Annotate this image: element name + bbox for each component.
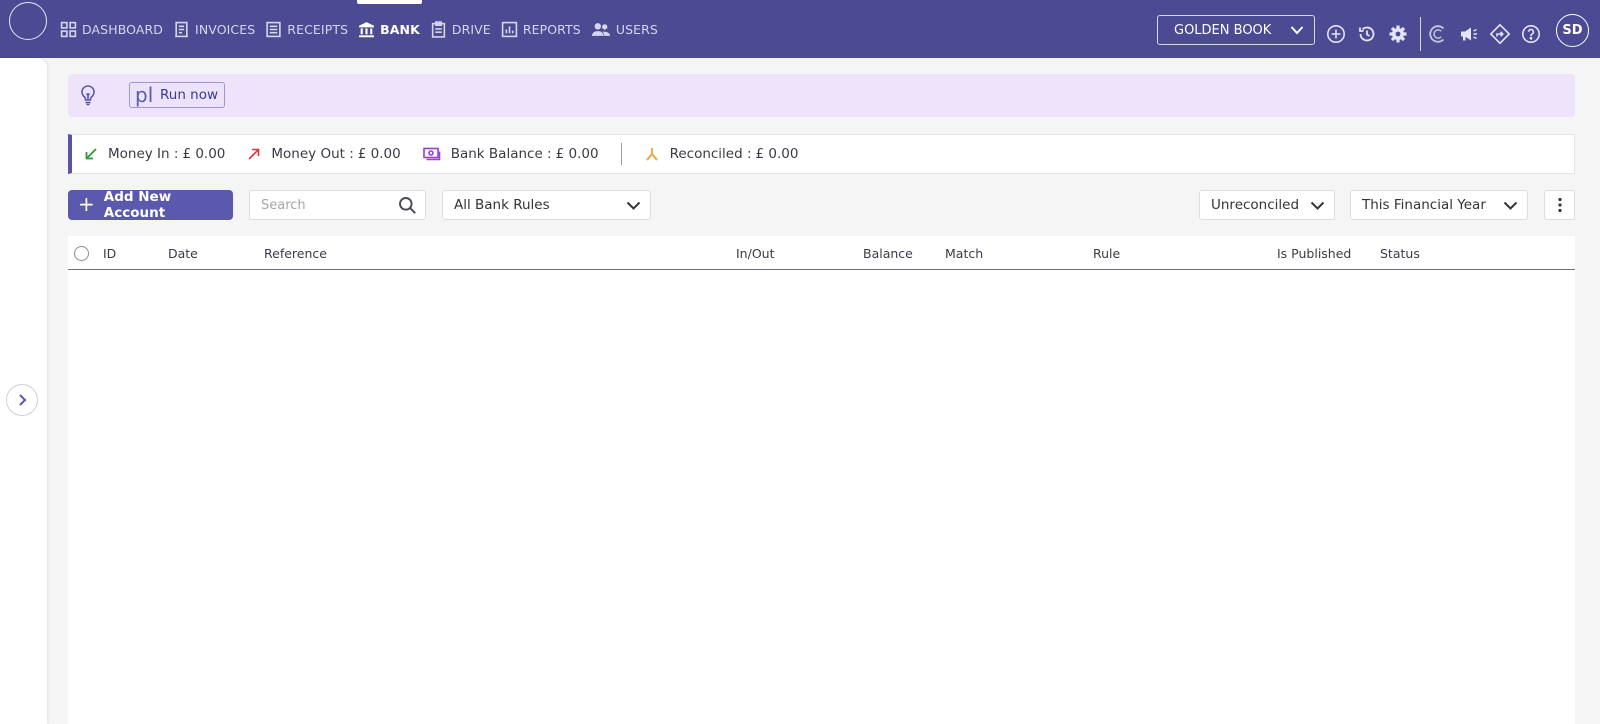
period-filter[interactable]: This Financial Year xyxy=(1350,190,1528,220)
invoice-icon xyxy=(175,21,188,37)
column-header-id[interactable]: ID xyxy=(103,246,116,261)
bank-icon xyxy=(359,21,375,37)
bank-balance-label: Bank Balance : xyxy=(450,146,552,162)
reconciliation-status-filter[interactable]: Unreconciled xyxy=(1199,190,1335,220)
company-selector[interactable]: GOLDEN BOOK xyxy=(1157,15,1315,45)
nav-item-users[interactable]: USERS xyxy=(591,0,658,58)
bank-summary: Money In : £ 0.00 Money Out : £ 0.00 Ban… xyxy=(68,134,1575,174)
add-circle-icon[interactable] xyxy=(1325,23,1347,45)
money-out-value: £ 0.00 xyxy=(357,146,401,162)
tip-banner: pl Run now xyxy=(68,74,1575,117)
clipboard-icon xyxy=(431,20,445,38)
help-icon[interactable] xyxy=(1520,23,1542,45)
nav-item-drive[interactable]: DRIVE xyxy=(430,0,491,58)
nav-label: BANK xyxy=(380,21,420,37)
grid-icon xyxy=(60,21,77,37)
column-header-status[interactable]: Status xyxy=(1380,246,1420,261)
divider xyxy=(1420,17,1421,51)
reconciled-summary: Reconciled : £ 0.00 xyxy=(644,146,799,162)
divider xyxy=(620,143,622,165)
code-fragment: pl xyxy=(135,83,154,107)
nav-label: REPORTS xyxy=(522,21,581,37)
search-input[interactable] xyxy=(250,191,380,219)
more-vertical-icon xyxy=(1557,197,1562,213)
plus-icon: + xyxy=(78,192,95,216)
main-nav: DASHBOARD INVOICES RECEIPTS BANK DRIVE R… xyxy=(60,0,668,58)
money-in-value: £ 0.00 xyxy=(182,146,226,162)
company-name: GOLDEN BOOK xyxy=(1174,22,1272,38)
gear-icon[interactable] xyxy=(1387,23,1409,45)
arrow-down-left-icon xyxy=(85,148,97,160)
brand-c-icon[interactable] xyxy=(1427,23,1449,45)
column-header-date[interactable]: Date xyxy=(168,246,198,261)
merge-icon xyxy=(645,148,658,161)
add-new-account-label: Add New Account xyxy=(103,189,172,221)
column-header-is-published[interactable]: Is Published xyxy=(1277,246,1351,261)
reconciled-label: Reconciled : xyxy=(669,146,752,162)
chart-icon xyxy=(501,21,518,37)
chevron-down-icon xyxy=(1310,201,1325,210)
more-options-button[interactable] xyxy=(1544,190,1575,220)
nav-label: INVOICES xyxy=(195,21,256,37)
table-header: ID Date Reference In/Out Balance Match R… xyxy=(68,236,1575,270)
reconciled-value: £ 0.00 xyxy=(755,146,799,162)
column-header-rule[interactable]: Rule xyxy=(1093,246,1120,261)
nav-label: DASHBOARD xyxy=(82,21,164,37)
money-in-label: Money In : xyxy=(108,146,179,162)
history-icon[interactable] xyxy=(1356,23,1378,45)
nav-item-receipts[interactable]: RECEIPTS xyxy=(265,0,348,58)
money-out-summary: Money Out : £ 0.00 xyxy=(247,146,401,162)
top-navigation-bar: DASHBOARD INVOICES RECEIPTS BANK DRIVE R… xyxy=(0,0,1600,58)
nav-label: DRIVE xyxy=(451,21,491,37)
column-header-reference[interactable]: Reference xyxy=(264,246,327,261)
expand-sidebar-button[interactable] xyxy=(6,384,38,416)
chevron-down-icon xyxy=(1503,201,1518,210)
user-avatar[interactable]: SD xyxy=(1556,14,1589,47)
user-initials: SD xyxy=(1562,23,1583,38)
chevron-down-icon xyxy=(626,201,641,210)
bank-rules-filter[interactable]: All Bank Rules xyxy=(442,190,651,220)
run-now-label: Run now xyxy=(160,87,219,103)
lightbulb-icon xyxy=(81,85,95,106)
bank-balance-summary: Bank Balance : £ 0.00 xyxy=(422,146,599,162)
arrow-up-right-icon xyxy=(248,148,260,160)
directions-diamond-icon[interactable] xyxy=(1489,23,1511,45)
logo[interactable] xyxy=(9,2,47,40)
nav-label: USERS xyxy=(615,21,658,37)
reconciliation-status-value: Unreconciled xyxy=(1211,197,1300,213)
users-icon xyxy=(591,22,610,36)
nav-item-reports[interactable]: REPORTS xyxy=(501,0,581,58)
search-box xyxy=(249,190,426,220)
nav-item-dashboard[interactable]: DASHBOARD xyxy=(60,0,163,58)
money-out-label: Money Out : xyxy=(271,146,354,162)
run-now-button[interactable]: pl Run now xyxy=(129,82,225,108)
top-action-icons xyxy=(1325,17,1551,51)
nav-item-bank[interactable]: BANK xyxy=(357,0,422,58)
column-header-balance[interactable]: Balance xyxy=(863,246,913,261)
select-all-checkbox[interactable] xyxy=(74,246,89,261)
money-in-summary: Money In : £ 0.00 xyxy=(84,146,225,162)
chevron-right-icon xyxy=(19,394,27,406)
megaphone-icon[interactable] xyxy=(1458,23,1480,45)
receipt-icon xyxy=(266,21,281,37)
transactions-table: ID Date Reference In/Out Balance Match R… xyxy=(68,236,1575,724)
nav-label: RECEIPTS xyxy=(287,21,349,37)
bank-rules-filter-value: All Bank Rules xyxy=(454,197,550,213)
add-new-account-button[interactable]: + Add New Account xyxy=(68,189,233,221)
bank-balance-value: £ 0.00 xyxy=(555,146,599,162)
column-header-match[interactable]: Match xyxy=(945,246,983,261)
search-icon[interactable] xyxy=(398,196,417,215)
period-filter-value: This Financial Year xyxy=(1362,197,1486,213)
cash-icon xyxy=(422,147,441,161)
nav-item-invoices[interactable]: INVOICES xyxy=(173,0,255,58)
column-header-in-out[interactable]: In/Out xyxy=(736,246,774,261)
chevron-down-icon xyxy=(1290,26,1304,35)
